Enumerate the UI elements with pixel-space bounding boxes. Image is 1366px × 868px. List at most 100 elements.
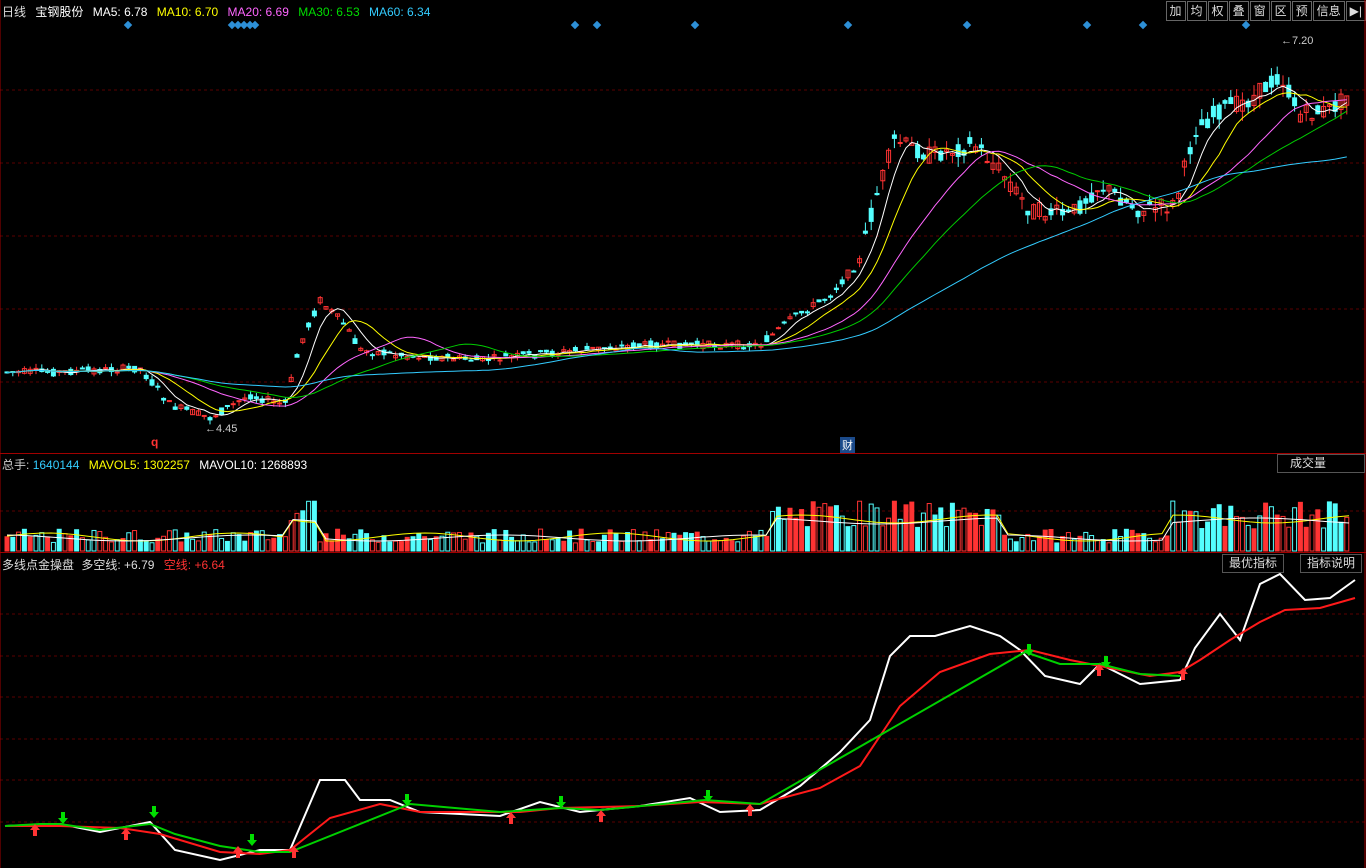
- volume-bar: [561, 540, 567, 552]
- candle-body: [828, 295, 834, 298]
- candle-body: [741, 347, 747, 350]
- candle-body: [1094, 190, 1100, 193]
- volume-bar: [1152, 541, 1158, 552]
- panel-separator: [0, 453, 1366, 454]
- candle-body: [369, 354, 375, 357]
- volume-bar: [613, 533, 619, 552]
- ma-line: [6, 99, 1347, 407]
- volume-bar: [21, 528, 27, 552]
- volume-bar: [1181, 510, 1187, 552]
- signal-arrows: [30, 644, 1188, 858]
- volume-bar: [97, 531, 103, 552]
- event-diamond: [1138, 20, 1148, 30]
- volume-bar: [1106, 542, 1112, 552]
- volume-bar: [1060, 536, 1066, 552]
- volume-bar: [1036, 536, 1042, 552]
- candle-body: [833, 287, 839, 291]
- volume-bar: [1170, 500, 1176, 552]
- candle-body: [230, 403, 236, 406]
- candle-body: [1222, 100, 1228, 104]
- candle-body: [717, 347, 723, 350]
- best-indicator-button[interactable]: 最优指标: [1222, 554, 1285, 573]
- candle-body: [248, 394, 254, 400]
- volume-bar: [1094, 539, 1100, 552]
- volume-bar: [781, 518, 787, 552]
- volume-bar: [161, 535, 167, 552]
- volume-bar: [746, 530, 752, 552]
- volume-bar: [775, 506, 781, 552]
- volume-bar: [375, 541, 381, 552]
- volume-bar: [543, 539, 549, 552]
- candle-body: [311, 310, 317, 317]
- volume-bar: [712, 539, 718, 552]
- volume-bar: [166, 530, 172, 552]
- candle-body: [1164, 211, 1170, 214]
- candle-body: [427, 355, 433, 361]
- volume-bar: [62, 533, 68, 552]
- panel-separator: [0, 552, 1366, 553]
- candle-body: [85, 366, 91, 371]
- candle-body: [1083, 198, 1089, 204]
- volume-bar: [862, 525, 868, 552]
- candle-body: [775, 327, 781, 330]
- volume-bar: [1332, 503, 1338, 552]
- volume-header: 总手: 1640144 MAVOL5: 1302257 MAVOL10: 126…: [2, 456, 313, 473]
- indicator-header: 多线点金操盘 多空线: +6.79 空线: +6.64: [2, 556, 231, 573]
- bear-line: [5, 597, 1356, 856]
- candle-body: [619, 344, 625, 347]
- volume-bar: [103, 536, 109, 552]
- candle-body: [804, 311, 810, 314]
- candle-body: [416, 357, 422, 360]
- candle-body: [1216, 104, 1222, 120]
- volume-bar: [636, 540, 642, 552]
- volume-bar: [1315, 509, 1321, 552]
- volume-bar: [1239, 516, 1245, 552]
- candle-body: [213, 415, 219, 418]
- volume-bar: [56, 528, 62, 552]
- candle-body: [79, 367, 85, 370]
- volume-bar: [387, 541, 393, 552]
- volume-bar: [549, 539, 555, 552]
- candle-body: [938, 150, 944, 161]
- volume-bar: [891, 500, 897, 552]
- volume-bar: [514, 540, 520, 552]
- volume-bar: [340, 534, 346, 552]
- volume-bar: [364, 533, 370, 552]
- candle-body: [172, 406, 178, 410]
- volume-bar: [480, 542, 486, 552]
- candle-body: [253, 396, 259, 399]
- candle-body: [1065, 209, 1071, 212]
- candle-body: [201, 414, 207, 417]
- volume-bar: [1280, 515, 1286, 552]
- bear-line-readout: 空线: +6.64: [163, 558, 225, 572]
- volume-bar: [236, 534, 242, 552]
- volume-bar: [880, 525, 886, 552]
- volume-bar: [706, 540, 712, 552]
- volume-bar: [1268, 506, 1274, 552]
- volume-bar: [184, 532, 190, 552]
- indicator-help-button[interactable]: 指标说明: [1300, 554, 1363, 573]
- volume-bar: [520, 534, 526, 552]
- volume-indicator-dropdown[interactable]: 成交量 ▼: [1277, 454, 1366, 473]
- candle-body: [665, 340, 671, 343]
- candle-body: [352, 338, 358, 344]
- volume-bar: [874, 507, 880, 552]
- volume-bar: [1321, 527, 1327, 552]
- volume-bar: [1193, 511, 1199, 552]
- volume-bar: [1274, 514, 1280, 552]
- volume-bar: [143, 540, 149, 552]
- volume-bar: [282, 536, 288, 552]
- volume-bar: [485, 532, 491, 552]
- volume-bar: [828, 506, 834, 552]
- volume-bar: [1326, 501, 1332, 552]
- event-diamond: [1082, 20, 1092, 30]
- volume-bar: [584, 539, 590, 552]
- volume-bar: [920, 512, 926, 552]
- volume-bar: [735, 541, 741, 552]
- volume-bar: [45, 536, 51, 552]
- finance-marker[interactable]: 财: [840, 437, 855, 453]
- indicator-name[interactable]: 多线点金操盘: [2, 558, 74, 572]
- candle-body: [1268, 75, 1274, 88]
- volume-bar: [526, 541, 532, 552]
- volume-bar: [857, 500, 863, 552]
